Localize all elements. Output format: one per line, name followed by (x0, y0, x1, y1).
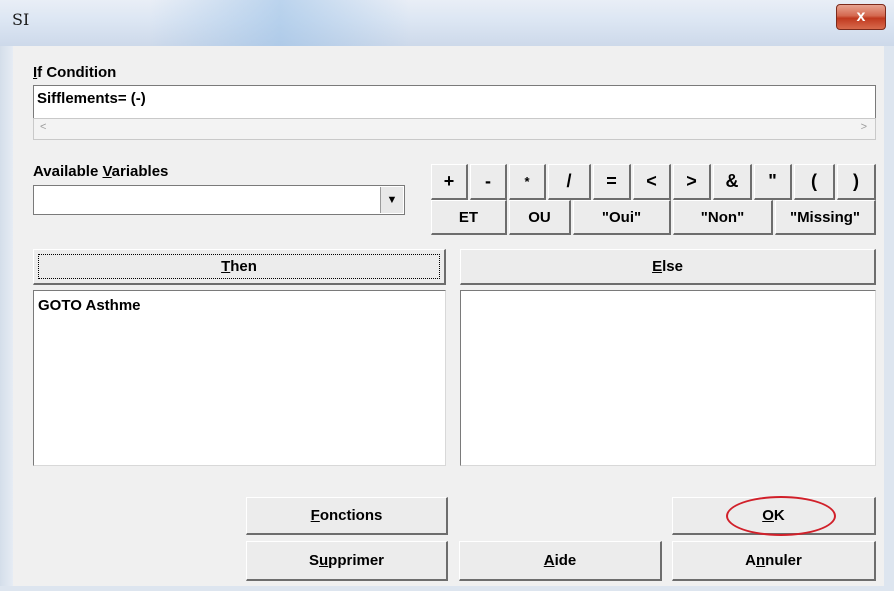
window-frame-bottom (0, 586, 894, 591)
operator-equals-button[interactable]: = (593, 164, 631, 200)
dropdown-button[interactable]: ▼ (380, 187, 403, 213)
scroll-left-icon[interactable]: < (40, 121, 46, 133)
supprimer-button[interactable]: Supprimer (246, 541, 448, 581)
aide-button[interactable]: Aide (459, 541, 662, 581)
then-button[interactable]: Then (33, 249, 446, 285)
ok-button-label: OK (762, 507, 785, 524)
window-title: SI (12, 10, 30, 29)
if-condition-field[interactable]: Sifflements= (-) (33, 85, 876, 118)
if-condition-scrollbar[interactable]: < > (33, 118, 876, 140)
else-button[interactable]: Else (460, 249, 876, 285)
available-variables-select[interactable]: ▼ (33, 185, 405, 215)
ou-button[interactable]: OU (509, 200, 571, 235)
window-frame-right (884, 46, 894, 591)
operator-open-paren-button[interactable]: ( (794, 164, 835, 200)
oui-button[interactable]: "Oui" (573, 200, 671, 235)
if-condition-label: If Condition (33, 64, 117, 81)
supprimer-button-label: Supprimer (308, 552, 385, 569)
operator-divide-button[interactable]: / (548, 164, 591, 200)
title-bar-glow (150, 0, 410, 46)
non-button[interactable]: "Non" (673, 200, 773, 235)
else-text-area[interactable] (460, 290, 876, 466)
ok-button[interactable]: OK (672, 497, 876, 535)
operator-close-paren-button[interactable]: ) (837, 164, 876, 200)
operator-less-than-button[interactable]: < (633, 164, 671, 200)
operator-multiply-button[interactable]: * (509, 164, 546, 200)
scroll-right-icon[interactable]: > (861, 121, 867, 133)
else-button-label: Else (652, 258, 683, 275)
fonctions-button-label: Fonctions (310, 507, 383, 524)
annuler-button[interactable]: Annuler (672, 541, 876, 581)
operator-plus-button[interactable]: + (431, 164, 468, 200)
et-button[interactable]: ET (431, 200, 507, 235)
available-variables-label: Available Variables (33, 163, 169, 180)
window-frame-left (0, 46, 13, 591)
annuler-button-label: Annuler (745, 552, 802, 569)
close-icon: x (856, 8, 866, 25)
close-button[interactable]: x (836, 4, 886, 30)
chevron-down-icon: ▼ (386, 194, 398, 206)
operator-greater-than-button[interactable]: > (673, 164, 711, 200)
missing-button[interactable]: "Missing" (775, 200, 876, 235)
then-text-area[interactable]: GOTO Asthme (33, 290, 446, 466)
fonctions-button[interactable]: Fonctions (246, 497, 448, 535)
operator-minus-button[interactable]: - (470, 164, 507, 200)
aide-button-label: Aide (543, 552, 577, 569)
operator-quote-button[interactable]: " (754, 164, 792, 200)
title-bar: SI x (0, 0, 894, 47)
operator-and-button[interactable]: & (713, 164, 752, 200)
